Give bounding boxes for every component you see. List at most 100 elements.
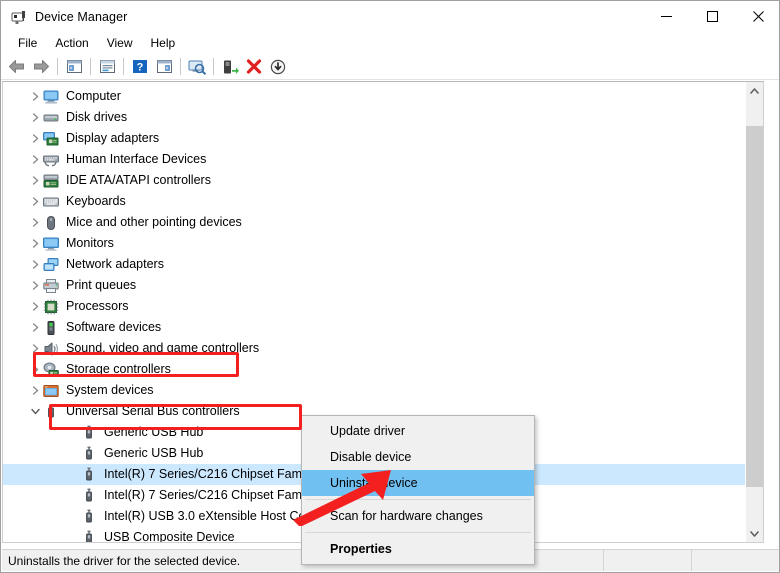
tree-row[interactable]: System devices	[3, 380, 748, 401]
tree-row[interactable]: Disk drives	[3, 107, 748, 128]
context-menu: Update driver Disable device Uninstall dev…	[301, 415, 535, 565]
device-manager-window: Device Manager File Action View Help ? C…	[0, 0, 780, 573]
menu-view[interactable]: View	[98, 33, 142, 53]
disk-drive-icon	[43, 110, 59, 126]
menu-action[interactable]: Action	[46, 33, 97, 53]
tree-row-label: Generic USB Hub	[104, 446, 204, 460]
tree-row-label: Disk drives	[66, 110, 128, 124]
chevron-right-icon[interactable]	[27, 317, 43, 338]
tree-row[interactable]: Keyboards	[3, 191, 748, 212]
scrollbar-track[interactable]	[746, 99, 763, 525]
back-icon[interactable]	[5, 56, 29, 78]
menu-help[interactable]: Help	[142, 33, 185, 53]
tree-row[interactable]: Sound, video and game controllers	[3, 338, 748, 359]
tree-row-label: IDE ATA/ATAPI controllers	[66, 173, 211, 187]
context-menu-separator	[305, 532, 531, 533]
update-driver-icon[interactable]	[152, 56, 176, 78]
context-menu-separator	[305, 499, 531, 500]
chevron-right-icon[interactable]	[27, 149, 43, 170]
chevron-right-icon[interactable]	[27, 128, 43, 149]
chevron-right-icon[interactable]	[27, 212, 43, 233]
chevron-right-icon[interactable]	[27, 275, 43, 296]
tree-row[interactable]: Human Interface Devices	[3, 149, 748, 170]
tree-row-label: Storage controllers	[66, 362, 171, 376]
tree-row-label: Software devices	[66, 320, 162, 334]
tree-row[interactable]: Processors	[3, 296, 748, 317]
chevron-right-icon[interactable]	[27, 107, 43, 128]
tree-row[interactable]: Computer	[3, 86, 748, 107]
status-cell-2	[691, 550, 779, 571]
context-menu-item[interactable]: Uninstall device	[302, 470, 534, 496]
sound-controller-icon	[43, 341, 59, 357]
window-title: Device Manager	[35, 9, 128, 24]
properties-icon[interactable]	[95, 56, 119, 78]
tree-row-label: USB Composite Device	[104, 530, 235, 543]
toolbar-separator	[123, 58, 124, 75]
device-manager-icon	[11, 9, 27, 25]
show-hide-console-tree-icon[interactable]	[62, 56, 86, 78]
display-adapter-icon	[43, 131, 59, 147]
chevron-right-icon[interactable]	[27, 296, 43, 317]
context-menu-item[interactable]: Disable device	[302, 444, 534, 470]
usb-icon	[81, 467, 97, 483]
status-cell-1	[603, 550, 691, 571]
title-bar: Device Manager	[1, 1, 779, 32]
tree-row[interactable]: Monitors	[3, 233, 748, 254]
chevron-down-icon[interactable]	[27, 401, 43, 422]
context-menu-item[interactable]: Update driver	[302, 418, 534, 444]
tree-row[interactable]: Network adapters	[3, 254, 748, 275]
tree-row[interactable]: Print queues	[3, 275, 748, 296]
chevron-right-icon[interactable]	[27, 254, 43, 275]
tree-row-label: Processors	[66, 299, 129, 313]
context-menu-item[interactable]: Properties	[302, 536, 534, 562]
chevron-right-icon[interactable]	[27, 233, 43, 254]
monitor-icon	[43, 236, 59, 252]
tree-row[interactable]: Display adapters	[3, 128, 748, 149]
keyboard-icon	[43, 194, 59, 210]
processor-icon	[43, 299, 59, 315]
chevron-right-icon[interactable]	[27, 338, 43, 359]
scroll-up-button[interactable]	[746, 82, 763, 99]
usb-icon	[81, 446, 97, 462]
help-icon[interactable]: ?	[128, 56, 152, 78]
chevron-right-icon[interactable]	[27, 191, 43, 212]
svg-text:?: ?	[137, 62, 144, 74]
forward-icon[interactable]	[29, 56, 53, 78]
chevron-right-icon[interactable]	[27, 359, 43, 380]
enable-device-icon[interactable]	[218, 56, 242, 78]
chevron-right-icon[interactable]	[27, 380, 43, 401]
chevron-right-icon[interactable]	[27, 86, 43, 107]
tree-row-label: Computer	[66, 89, 121, 103]
menu-bar: File Action View Help	[1, 32, 779, 54]
usb-icon	[81, 425, 97, 441]
tree-row[interactable]: Mice and other pointing devices	[3, 212, 748, 233]
tree-row[interactable]: Software devices	[3, 317, 748, 338]
scroll-down-button[interactable]	[746, 525, 763, 542]
chevron-right-icon[interactable]	[27, 170, 43, 191]
tree-row-label: Keyboards	[66, 194, 126, 208]
tree-row-label: Monitors	[66, 236, 114, 250]
minimize-button[interactable]	[643, 1, 689, 32]
network-adapter-icon	[43, 257, 59, 273]
context-menu-item[interactable]: Scan for hardware changes	[302, 503, 534, 529]
disable-device-icon[interactable]	[266, 56, 290, 78]
toolbar-separator	[90, 58, 91, 75]
tree-row-label: Sound, video and game controllers	[66, 341, 260, 355]
tree-row[interactable]: Storage controllers	[3, 359, 748, 380]
scan-for-hardware-changes-icon[interactable]	[185, 56, 209, 78]
tree-row[interactable]: IDE ATA/ATAPI controllers	[3, 170, 748, 191]
scrollbar-thumb[interactable]	[746, 126, 763, 487]
window-controls	[643, 1, 779, 32]
system-device-icon	[43, 383, 59, 399]
maximize-button[interactable]	[689, 1, 735, 32]
menu-file[interactable]: File	[9, 33, 46, 53]
uninstall-device-icon[interactable]	[242, 56, 266, 78]
usb-icon	[81, 488, 97, 504]
close-button[interactable]	[735, 1, 779, 32]
vertical-scrollbar[interactable]	[745, 82, 763, 542]
tree-row-label: Human Interface Devices	[66, 152, 207, 166]
printer-icon	[43, 278, 59, 294]
